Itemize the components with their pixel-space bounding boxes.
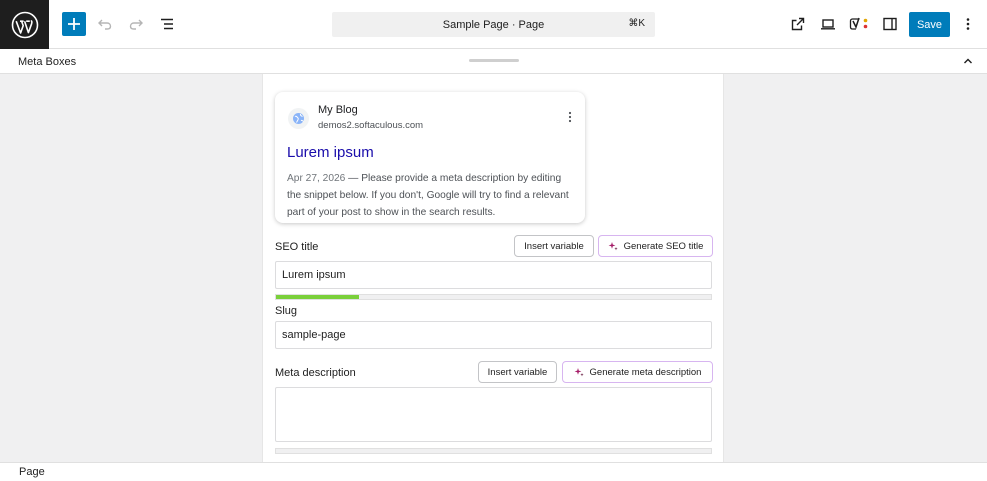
preview-mode-row [263, 74, 723, 80]
more-vertical-icon [966, 18, 970, 30]
snippet-date: Apr 27, 2026 [287, 173, 346, 184]
list-view-icon [161, 18, 173, 30]
snippet-more-button [565, 110, 575, 124]
settings-sidebar-button[interactable] [878, 12, 902, 36]
seo-title-insert-variable-button[interactable]: Insert variable [514, 235, 594, 257]
sparkle-icon [608, 242, 618, 251]
options-menu-button[interactable] [956, 12, 980, 36]
meta-description-input[interactable] [275, 387, 712, 442]
plus-icon [68, 18, 80, 30]
generate-meta-description-button[interactable]: Generate meta description [562, 361, 713, 383]
laptop-icon [821, 19, 835, 30]
collapse-meta-boxes-button[interactable] [961, 54, 975, 68]
snippet-description: Apr 27, 2026 — Please provide a meta des… [287, 170, 577, 221]
add-block-button[interactable] [62, 12, 86, 36]
preview-device-button[interactable] [816, 12, 840, 36]
seo-title-input[interactable]: Lurem ipsum [275, 261, 712, 289]
sparkle-icon [574, 368, 584, 377]
external-link-icon [791, 17, 805, 31]
command-bar-title: Sample Page · Page [442, 18, 545, 31]
breadcrumb-page[interactable]: Page [19, 466, 45, 478]
meta-description-length-progress [275, 448, 712, 454]
yoast-seo-button[interactable] [847, 12, 871, 36]
command-palette-bar[interactable]: Sample Page · Page ⌘K [332, 12, 655, 37]
undo-button[interactable] [93, 12, 117, 36]
google-snippet-preview[interactable]: My Blog demos2.softaculous.com Lurem ips… [275, 92, 585, 223]
snippet-site-url: demos2.softaculous.com [318, 120, 424, 131]
meta-description-insert-variable-button[interactable]: Insert variable [478, 361, 557, 383]
meta-boxes-header: Meta Boxes [0, 49, 987, 74]
document-overview-button[interactable] [155, 12, 179, 36]
seo-title-length-progress [275, 294, 712, 300]
snippet-title: Lurem ipsum [287, 144, 374, 161]
editor-footer: Page [0, 462, 987, 481]
redo-icon [129, 19, 143, 30]
generate-meta-description-label: Generate meta description [589, 366, 702, 378]
editor-toolbar: Sample Page · Page ⌘K Save [0, 0, 987, 49]
snippet-site-name: My Blog [318, 104, 358, 116]
wordpress-logo-icon [11, 11, 38, 38]
site-favicon [288, 108, 309, 129]
undo-icon [98, 19, 112, 30]
generate-seo-title-button[interactable]: Generate SEO title [598, 235, 713, 257]
chevron-up-icon [964, 58, 972, 64]
slug-label: Slug [275, 305, 298, 317]
seo-title-label: SEO title [275, 241, 319, 253]
wordpress-logo-button[interactable] [0, 0, 49, 49]
globe-icon [293, 113, 304, 124]
resize-handle[interactable] [469, 59, 519, 62]
yoast-icon [849, 17, 868, 30]
snippet-separator: — [345, 173, 362, 184]
save-button[interactable]: Save [909, 12, 950, 37]
view-page-button[interactable] [786, 12, 810, 36]
command-shortcut: ⌘K [628, 18, 645, 29]
more-vertical-icon [568, 111, 572, 123]
sidebar-icon [883, 17, 897, 31]
yoast-seo-panel: My Blog demos2.softaculous.com Lurem ips… [262, 74, 724, 462]
meta-boxes-title: Meta Boxes [18, 56, 77, 68]
meta-description-label: Meta description [275, 367, 356, 379]
seo-title-progress-fill [276, 295, 359, 299]
slug-input[interactable]: sample-page [275, 321, 712, 349]
generate-seo-title-label: Generate SEO title [623, 240, 704, 252]
redo-button[interactable] [124, 12, 148, 36]
